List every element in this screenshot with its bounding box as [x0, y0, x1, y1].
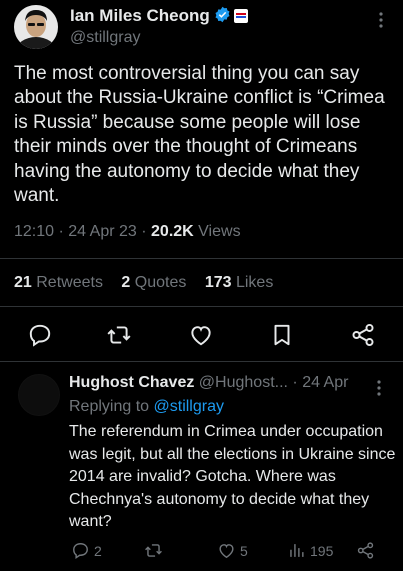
reply-author-avatar[interactable]: [18, 374, 60, 416]
meta-separator: ·: [141, 223, 152, 240]
views-count: 20.2K: [151, 223, 194, 240]
likes-label: Likes: [235, 274, 274, 291]
retweet-icon: [145, 544, 162, 557]
reply-date[interactable]: 24 Apr: [302, 374, 348, 391]
reply-view-count: 195: [310, 542, 334, 559]
quotes-count: 2: [121, 274, 131, 291]
reply-like-button[interactable]: 5: [217, 541, 248, 560]
reply-header: Hughost Chavez @Hughost... · 24 Apr: [69, 374, 348, 392]
retweets-count: 21: [14, 274, 32, 291]
quotes-stat[interactable]: 2 Quotes: [121, 274, 186, 291]
tweet-date[interactable]: 24 Apr 23: [68, 223, 137, 240]
author-name-row[interactable]: Ian Miles Cheong: [70, 6, 248, 26]
verified-badge-icon: [214, 6, 231, 23]
engagement-stats: 21 Retweets 2 Quotes 173 Likes: [14, 274, 287, 292]
quotes-label: Quotes: [134, 274, 187, 291]
share-icon[interactable]: [350, 322, 376, 348]
reply-icon: [73, 543, 88, 559]
retweet-icon[interactable]: [106, 322, 132, 348]
reply-reply-button[interactable]: 2: [71, 541, 102, 560]
retweets-stat[interactable]: 21 Retweets: [14, 274, 103, 291]
replying-to-prefix: Replying to: [69, 398, 150, 415]
reply-action-bar: 2 5 195: [0, 541, 403, 565]
reply-author-handle[interactable]: @Hughost...: [199, 374, 288, 391]
author-handle[interactable]: @stillgray: [70, 29, 140, 47]
reply-like-count: 5: [240, 542, 248, 559]
divider: [0, 361, 403, 362]
tweet-meta: 12:10 · 24 Apr 23 · 20.2K Views: [14, 223, 241, 241]
replying-to: Replying to @stillgray: [69, 398, 224, 416]
reply-text: The referendum in Crimea under occupatio…: [69, 423, 396, 531]
tweet-text: The most controversial thing you can say…: [14, 63, 385, 207]
share-icon: [357, 542, 374, 559]
reply-reply-count: 2: [94, 542, 102, 559]
replying-to-mention[interactable]: @stillgray: [154, 398, 224, 415]
reply-more-options-icon[interactable]: [377, 380, 381, 396]
reply-icon[interactable]: [27, 322, 53, 348]
reply-share-button[interactable]: [356, 541, 375, 560]
reply-retweet-button[interactable]: [144, 541, 163, 560]
affiliation-badge-icon: [233, 9, 248, 23]
likes-stat[interactable]: 173 Likes: [205, 274, 274, 291]
divider: [0, 306, 403, 307]
reply-views-button[interactable]: 195: [287, 541, 333, 560]
author-avatar[interactable]: [14, 5, 58, 49]
views-label: Views: [198, 223, 241, 240]
more-options-icon[interactable]: [379, 12, 383, 28]
author-name[interactable]: Ian Miles Cheong: [70, 6, 210, 25]
divider: [0, 258, 403, 259]
tweet-time[interactable]: 12:10: [14, 223, 54, 240]
like-icon: [219, 544, 234, 559]
like-icon[interactable]: [188, 322, 214, 348]
retweets-label: Retweets: [36, 274, 103, 291]
meta-separator: ·: [58, 223, 69, 240]
reply-author-name[interactable]: Hughost Chavez: [69, 374, 194, 391]
tweet-action-bar: [0, 318, 403, 352]
bookmark-icon[interactable]: [269, 322, 295, 348]
views-icon: [290, 544, 304, 557]
reply-separator: ·: [287, 374, 303, 391]
likes-count: 173: [204, 274, 232, 291]
